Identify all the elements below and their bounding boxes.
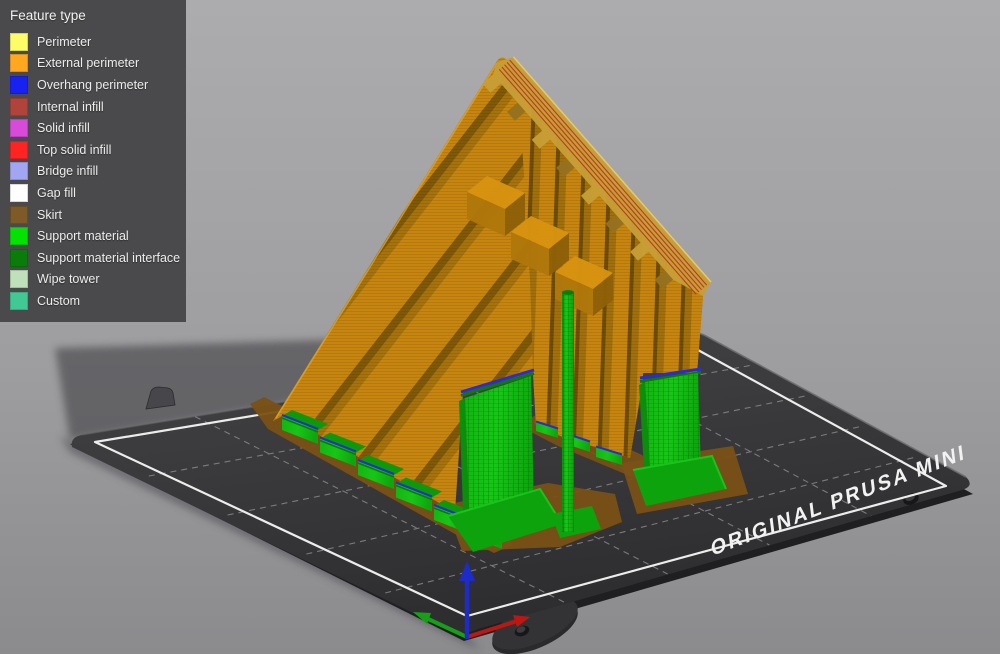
legend-color-swatch bbox=[10, 97, 28, 116]
legend-item-support-material: Support material bbox=[10, 225, 176, 247]
legend-item-label: Solid infill bbox=[37, 121, 90, 136]
feature-type-legend: Feature type Perimeter External perimeter… bbox=[0, 0, 186, 322]
legend-items: Perimeter External perimeter Overhang peri… bbox=[10, 31, 180, 312]
legend-item-solid-infill: Solid infill bbox=[10, 117, 176, 139]
legend-color-swatch bbox=[10, 270, 28, 289]
legend-item-perimeter: Perimeter bbox=[10, 31, 176, 53]
legend-item-support-material-interface: Support material interface bbox=[10, 247, 180, 269]
legend-item-label: Custom bbox=[37, 293, 81, 308]
legend-item-overhang-perimeter: Overhang perimeter bbox=[10, 74, 176, 96]
legend-color-swatch bbox=[10, 248, 28, 267]
legend-color-swatch bbox=[10, 32, 28, 51]
gcode-preview-screen: ORIGINAL PRUSA MINI Feature type Perimet… bbox=[0, 0, 1000, 654]
legend-title: Feature type bbox=[10, 8, 86, 23]
legend-item-bridge-infill: Bridge infill bbox=[10, 161, 176, 183]
legend-item-label: Perimeter bbox=[37, 34, 92, 49]
legend-item-label: Gap fill bbox=[37, 185, 76, 200]
legend-color-swatch bbox=[10, 291, 28, 310]
legend-item-label: External perimeter bbox=[37, 56, 140, 71]
legend-item-wipe-tower: Wipe tower bbox=[10, 269, 176, 291]
legend-item-label: Overhang perimeter bbox=[37, 77, 149, 92]
legend-item-label: Support material bbox=[37, 229, 129, 244]
legend-color-swatch bbox=[10, 75, 28, 94]
legend-color-swatch bbox=[10, 183, 28, 202]
legend-color-swatch bbox=[10, 205, 28, 224]
legend-item-label: Support material interface bbox=[37, 250, 181, 265]
legend-color-swatch bbox=[10, 227, 28, 246]
legend-color-swatch bbox=[10, 119, 28, 138]
legend-item-label: Wipe tower bbox=[37, 272, 100, 287]
legend-item-skirt: Skirt bbox=[10, 204, 176, 226]
legend-item-label: Skirt bbox=[37, 207, 62, 222]
legend-color-swatch bbox=[10, 54, 28, 73]
legend-color-swatch bbox=[10, 140, 28, 159]
legend-item-custom: Custom bbox=[10, 290, 176, 312]
legend-item-internal-infill: Internal infill bbox=[10, 96, 176, 118]
legend-color-swatch bbox=[10, 162, 28, 181]
legend-item-external-perimeter: External perimeter bbox=[10, 53, 176, 75]
legend-item-gap-fill: Gap fill bbox=[10, 182, 176, 204]
legend-item-top-solid-infill: Top solid infill bbox=[10, 139, 176, 161]
legend-item-label: Top solid infill bbox=[37, 142, 112, 157]
legend-item-label: Bridge infill bbox=[37, 164, 99, 179]
legend-item-label: Internal infill bbox=[37, 99, 104, 114]
